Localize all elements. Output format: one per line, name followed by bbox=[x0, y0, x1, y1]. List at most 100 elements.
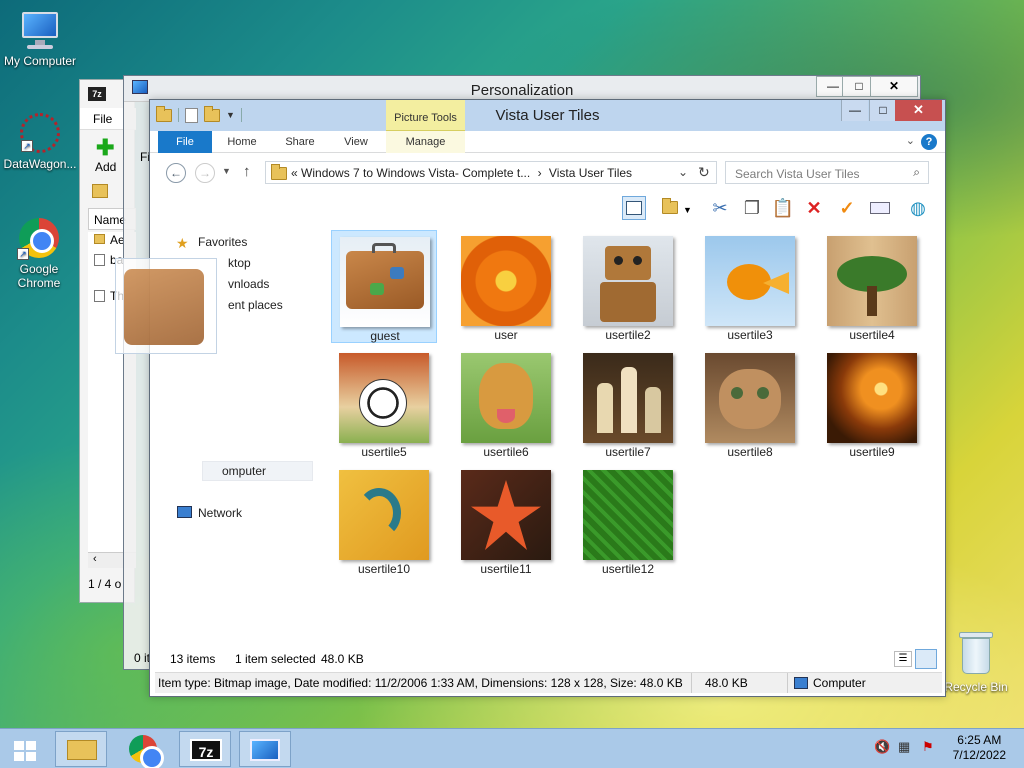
nav-computer[interactable]: omputer bbox=[222, 462, 266, 480]
kitten-image bbox=[705, 353, 795, 443]
delete-icon[interactable]: ✕ bbox=[802, 196, 826, 220]
nav-downloads[interactable]: vnloads bbox=[228, 275, 269, 293]
start-button[interactable] bbox=[0, 731, 48, 767]
tab-share[interactable]: Share bbox=[278, 131, 322, 153]
explorer-titlebar[interactable]: ▼ Picture Tools Vista User Tiles — □ ✕ bbox=[150, 100, 945, 131]
column-header-name[interactable]: Name bbox=[94, 213, 126, 227]
favorites-star-icon: ★ bbox=[176, 235, 189, 251]
taskbar-7zip-button[interactable]: 7z bbox=[179, 731, 231, 767]
folder-options-icon[interactable] bbox=[658, 196, 682, 220]
breadcrumb-segment[interactable]: Windows 7 to Windows Vista- Complete t..… bbox=[301, 166, 530, 180]
paste-icon[interactable]: 📋 bbox=[771, 196, 795, 220]
chevron-down-icon[interactable]: ▼ bbox=[683, 205, 692, 215]
file-icon bbox=[94, 290, 105, 302]
taskbar-explorer-button[interactable] bbox=[55, 731, 107, 767]
properties-icon[interactable] bbox=[868, 196, 892, 220]
clock[interactable]: 6:25 AM 7/12/2022 bbox=[953, 733, 1006, 763]
tile-usertile4[interactable]: usertile4 bbox=[819, 230, 925, 343]
add-button-label[interactable]: Add bbox=[95, 160, 116, 174]
large-icons-view-icon[interactable] bbox=[915, 649, 937, 669]
speaker-muted-icon[interactable]: 🔇 bbox=[874, 739, 890, 755]
network-shell-icon[interactable]: ◍ bbox=[906, 196, 930, 220]
taskbar-chrome-button[interactable] bbox=[117, 731, 169, 768]
forward-button[interactable]: → bbox=[195, 163, 215, 183]
copy-icon[interactable]: ❐ bbox=[740, 196, 764, 220]
desktop-icon-label: DataWagon... bbox=[3, 157, 77, 171]
details-location: Computer bbox=[813, 676, 866, 690]
nav-favorites[interactable]: Favorites bbox=[198, 233, 247, 251]
help-icon[interactable]: ? bbox=[921, 134, 937, 150]
up-arrow-icon[interactable]: ↑ bbox=[243, 163, 251, 180]
nav-network[interactable]: Network bbox=[198, 504, 242, 522]
tile-usertile6[interactable]: usertile6 bbox=[453, 347, 559, 460]
robot-image bbox=[583, 236, 673, 326]
details-view-icon[interactable]: ☰ bbox=[894, 651, 912, 667]
suitcase-image bbox=[124, 269, 204, 345]
tab-manage[interactable]: Manage bbox=[386, 131, 465, 153]
details-bar: Item type: Bitmap image, Date modified: … bbox=[155, 672, 942, 693]
chevron-down-icon[interactable]: ⌄ bbox=[678, 165, 688, 179]
tab-home[interactable]: Home bbox=[220, 131, 264, 153]
windows-logo-icon bbox=[14, 741, 36, 761]
folder-icon bbox=[94, 234, 105, 244]
personalization-status: 0 it bbox=[134, 651, 151, 665]
window-title: Personalization bbox=[470, 82, 574, 99]
nav-desktop[interactable]: ktop bbox=[228, 254, 251, 272]
ribbon-expand-chevron-icon[interactable]: ⌄ bbox=[906, 134, 915, 147]
taskbar-personalization-button[interactable] bbox=[239, 731, 291, 767]
network-tray-icon[interactable]: ▦ bbox=[898, 739, 910, 755]
minimize-button[interactable]: — bbox=[841, 100, 868, 121]
tab-file[interactable]: File bbox=[158, 131, 212, 153]
desktop-icon-chrome[interactable]: ↗ Google Chrome bbox=[0, 218, 78, 290]
tile-usertile8[interactable]: usertile8 bbox=[697, 347, 803, 460]
desktop-icon-label: My Computer bbox=[3, 54, 77, 68]
desktop-icon-my-computer[interactable]: My Computer bbox=[0, 10, 80, 68]
tile-usertile7[interactable]: usertile7 bbox=[575, 347, 681, 460]
search-icon[interactable]: ⌕ bbox=[913, 165, 920, 180]
selection-size: 48.0 KB bbox=[321, 652, 364, 666]
tile-usertile3[interactable]: usertile3 bbox=[697, 230, 803, 343]
rename-check-icon[interactable]: ✓ bbox=[835, 196, 859, 220]
tile-label: usertile7 bbox=[605, 445, 651, 459]
close-button[interactable]: ✕ bbox=[870, 76, 918, 97]
refresh-icon[interactable]: ↻ bbox=[698, 164, 710, 181]
add-icon[interactable]: ✚ bbox=[96, 135, 114, 161]
search-box[interactable]: Search Vista User Tiles ⌕ bbox=[725, 161, 929, 184]
tile-usertile10[interactable]: usertile10 bbox=[331, 464, 437, 577]
goldfish-image bbox=[705, 236, 795, 326]
close-button[interactable]: ✕ bbox=[895, 100, 942, 121]
navigation-bar: ← → ▼ ↑ « Windows 7 to Windows Vista- Co… bbox=[150, 154, 945, 192]
action-center-icon[interactable]: ⚑ bbox=[922, 739, 934, 755]
tile-usertile5[interactable]: usertile5 bbox=[331, 347, 437, 460]
sevenzip-status: 1 / 4 o bbox=[88, 577, 122, 591]
address-path[interactable]: « Windows 7 to Windows Vista- Complete t… bbox=[291, 166, 671, 180]
tile-usertile12[interactable]: usertile12 bbox=[575, 464, 681, 577]
tab-view[interactable]: View bbox=[334, 131, 378, 153]
tile-usertile11[interactable]: usertile11 bbox=[453, 464, 559, 577]
tile-user[interactable]: user bbox=[453, 230, 559, 343]
up-folder-icon[interactable] bbox=[92, 184, 108, 198]
file-list: guest user usertile2 usertile3 usertile4… bbox=[325, 224, 943, 648]
recycle-bin-icon bbox=[959, 632, 993, 676]
tile-label: usertile4 bbox=[849, 328, 895, 342]
computer-icon bbox=[794, 677, 808, 689]
chess-image bbox=[583, 353, 673, 443]
address-bar[interactable]: « Windows 7 to Windows Vista- Complete t… bbox=[265, 161, 717, 184]
tile-usertile2[interactable]: usertile2 bbox=[575, 230, 681, 343]
recent-locations-icon[interactable]: ▼ bbox=[222, 166, 231, 176]
breadcrumb-segment[interactable]: Vista User Tiles bbox=[549, 166, 632, 180]
back-button[interactable]: ← bbox=[166, 163, 186, 183]
desktop-icon-datawagon[interactable]: ↗ DataWagon... bbox=[0, 113, 80, 171]
maximize-button[interactable]: □ bbox=[869, 100, 896, 121]
preview-pane-icon[interactable] bbox=[622, 196, 646, 220]
tile-label: usertile8 bbox=[727, 445, 773, 459]
tile-guest[interactable]: guest bbox=[331, 230, 437, 343]
explorer-window[interactable]: ▼ Picture Tools Vista User Tiles — □ ✕ F… bbox=[149, 99, 946, 697]
cut-icon[interactable]: ✂ bbox=[708, 196, 732, 220]
tile-usertile9[interactable]: usertile9 bbox=[819, 347, 925, 460]
desktop-icon-recycle-bin[interactable]: Recycle Bin bbox=[936, 632, 1016, 694]
menu-file[interactable]: File bbox=[93, 112, 112, 126]
tile-label: usertile11 bbox=[480, 562, 532, 576]
nav-recent-places[interactable]: ent places bbox=[228, 296, 283, 314]
item-count: 13 items bbox=[170, 652, 216, 666]
